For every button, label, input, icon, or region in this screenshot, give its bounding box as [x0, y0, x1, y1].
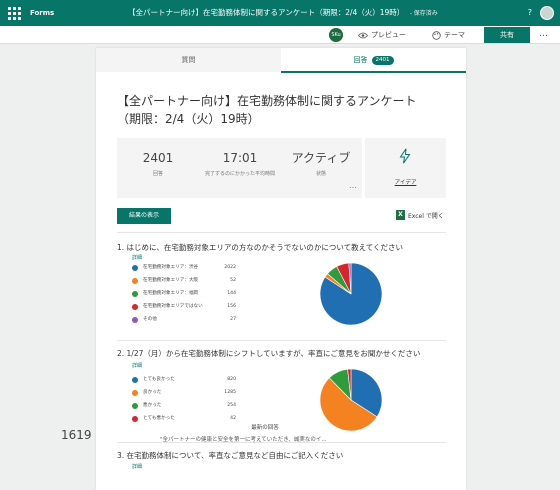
lightning-icon	[399, 148, 411, 164]
theme-label: テーマ	[444, 31, 465, 39]
legend-label: 良かった	[143, 390, 162, 395]
legend-label: 悪かった	[143, 403, 162, 408]
preview-button[interactable]: プレビュー	[358, 26, 406, 44]
stat-avg-time: 17:01 完了するのにかかった平均時間	[199, 150, 281, 177]
legend-item: 在宅勤務対象エリア：福岡 144	[132, 290, 236, 303]
legend-count: 254	[227, 403, 236, 408]
divider	[117, 340, 446, 341]
legend-count: 52	[230, 278, 236, 283]
open-in-excel-label: Excel で開く	[408, 212, 444, 220]
legend-color-dot	[132, 416, 138, 422]
legend-label: その他	[143, 317, 157, 322]
question-1-title: 1. はじめに、在宅勤務対象エリアの方なのかそうでないのかについて教えてください	[117, 243, 403, 252]
tab-questions[interactable]: 質問	[96, 48, 281, 72]
legend-count: 144	[227, 291, 236, 296]
response-count-badge: 2401	[371, 55, 394, 65]
stat-avg-time-label: 完了するのにかかった平均時間	[204, 171, 275, 177]
tab-strip: 質問 回答 2401	[96, 48, 466, 73]
legend-item: 悪かった 254	[132, 402, 236, 415]
share-button[interactable]: 共有	[484, 27, 530, 43]
stat-avg-time-value: 17:01	[222, 151, 258, 165]
tab-responses-label: 回答	[353, 56, 368, 64]
legend-item: 在宅勤務対象エリア：渋谷 2022	[132, 264, 236, 277]
save-status: - 保存済み	[409, 10, 438, 17]
more-options-icon[interactable]: …	[539, 26, 548, 42]
command-bar: SKu プレビュー テーマ 共有 …	[0, 26, 560, 44]
ideas-button[interactable]: アイデア	[365, 138, 446, 198]
question-3-details-link[interactable]: 詳細	[132, 463, 142, 470]
stats-more-icon[interactable]: …	[349, 181, 357, 190]
divider	[117, 232, 446, 233]
question-1-pie-chart	[319, 262, 383, 326]
app-header: Forms 【全パートナー向け】在宅勤務体制に関するアンケート（期限：2/4（火…	[0, 0, 560, 26]
stat-status-value: アクティブ	[291, 151, 351, 165]
legend-item: 在宅勤務対象エリアではない 156	[132, 303, 236, 316]
legend-color-dot	[132, 304, 138, 310]
legend-count: 820	[227, 377, 236, 382]
tab-responses[interactable]: 回答 2401	[281, 48, 466, 73]
legend-label: 在宅勤務対象エリアではない	[143, 304, 203, 309]
legend-label: 在宅勤務対象エリア：福岡	[143, 291, 199, 296]
document-title-text: 【全パートナー向け】在宅勤務体制に関するアンケート（期限：2/4（火）19時）	[128, 8, 405, 17]
tab-questions-label: 質問	[181, 56, 196, 64]
palette-icon	[432, 30, 441, 40]
legend-count: 1285	[224, 390, 236, 395]
stat-responses-label: 回答	[152, 171, 163, 177]
summary-stats: 2401 回答 17:01 完了するのにかかった平均時間 アクティブ 状態 … …	[117, 138, 446, 198]
legend-color-dot	[132, 390, 138, 396]
excel-icon: X	[396, 210, 405, 220]
app-launcher-icon[interactable]	[6, 5, 22, 21]
question-2-details-link[interactable]: 詳細	[132, 362, 142, 369]
eye-icon	[358, 32, 368, 38]
account-avatar[interactable]	[540, 6, 554, 20]
legend-item: 在宅勤務対象エリア：大阪 52	[132, 277, 236, 290]
legend-label: 在宅勤務対象エリア：渋谷	[143, 265, 199, 270]
legend-count: 156	[227, 304, 236, 309]
legend-item: 良かった 1285	[132, 389, 236, 402]
question-3-response-count: 1619	[61, 428, 92, 442]
stat-status: アクティブ 状態	[280, 150, 362, 177]
legend-label: とても良かった	[143, 377, 175, 382]
stat-responses: 2401 回答	[117, 150, 199, 177]
legend-color-dot	[132, 278, 138, 284]
app-name[interactable]: Forms	[30, 9, 54, 17]
legend-count: 27	[230, 317, 236, 322]
legend-color-dot	[132, 317, 138, 323]
legend-color-dot	[132, 291, 138, 297]
legend-color-dot	[132, 377, 138, 383]
latest-response-text: "全パートナーの健康と安全を第一に考えていただき、誠実なのイ...	[160, 437, 327, 443]
view-results-button[interactable]: 結果の表示	[117, 208, 171, 224]
latest-responses: 最新の回答 "全パートナーの健康と安全を第一に考えていただき、誠実なのイ...	[160, 423, 340, 443]
legend-color-dot	[132, 265, 138, 271]
stat-status-label: 状態	[315, 171, 326, 177]
survey-title: 【全パートナー向け】在宅勤務体制に関するアンケート（期限：2/4（火）19時）	[117, 94, 417, 126]
legend-label: 在宅勤務対象エリア：大阪	[143, 278, 199, 283]
legend-count: 42	[230, 416, 236, 421]
legend-count: 2022	[224, 265, 236, 270]
help-icon[interactable]: ?	[528, 0, 532, 26]
document-title: 【全パートナー向け】在宅勤務体制に関するアンケート（期限：2/4（火）19時） …	[128, 0, 438, 26]
stats-panel: 2401 回答 17:01 完了するのにかかった平均時間 アクティブ 状態 …	[117, 138, 362, 198]
theme-button[interactable]: テーマ	[432, 26, 465, 44]
question-2-legend: とても良かった 820 良かった 1285 悪かった 254 とても悪かった 42	[132, 376, 236, 428]
question-1-legend: 在宅勤務対象エリア：渋谷 2022 在宅勤務対象エリア：大阪 52 在宅勤務対象エリア：…	[132, 264, 236, 329]
legend-item: とても良かった 820	[132, 376, 236, 389]
question-1-details-link[interactable]: 詳細	[132, 254, 142, 261]
question-3-title: 3. 在宅勤務体制について、率直なご意見など自由にご記入ください	[117, 451, 344, 460]
question-2-title: 2. 1/27（月）から在宅勤務体制にシフトしていますが、率直にご意見をお聞かせ…	[117, 349, 421, 358]
legend-color-dot	[132, 403, 138, 409]
legend-label: とても悪かった	[143, 416, 175, 421]
ideas-label: アイデア	[394, 180, 417, 186]
legend-item: その他 27	[132, 316, 236, 329]
open-in-excel-link[interactable]: X Excel で開く	[396, 210, 444, 220]
latest-responses-header: 最新の回答	[251, 425, 279, 431]
collaborator-avatar[interactable]: SKu	[329, 28, 343, 42]
preview-label: プレビュー	[371, 31, 406, 39]
stat-responses-value: 2401	[142, 151, 174, 165]
